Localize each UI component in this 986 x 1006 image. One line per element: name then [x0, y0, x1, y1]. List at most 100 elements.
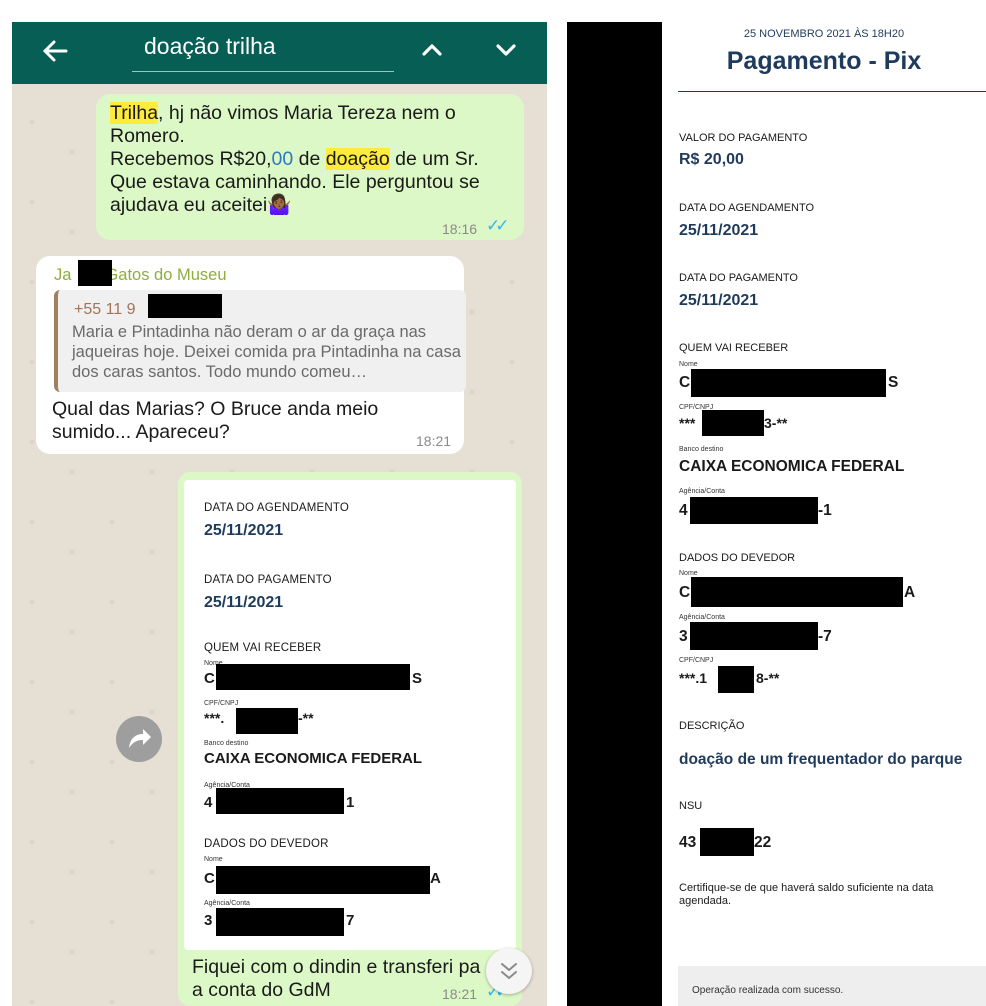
- payment-amount: R$ 20,00: [679, 151, 744, 168]
- redaction-box: [236, 708, 298, 734]
- message-time: 18:16: [442, 221, 478, 237]
- redaction-box: [700, 828, 754, 856]
- field-label: Nome: [679, 570, 698, 577]
- pix-receipt: 25 NOVEMBRO 2021 ÀS 18H20 Pagamento - Pi…: [662, 22, 986, 1006]
- field-label: QUEM VAI RECEBER: [204, 642, 322, 654]
- message-text: Qual das Marias? O Bruce anda meio sumid…: [52, 398, 452, 444]
- field-value: -7: [818, 628, 832, 645]
- text-line: de: [293, 148, 326, 170]
- field-value: A: [904, 584, 916, 601]
- back-arrow-icon[interactable]: [40, 34, 70, 76]
- text-line: sumido... Apareceu?: [52, 421, 230, 443]
- receipt-title: Pagamento - Pix: [726, 47, 922, 75]
- redaction-bar: [567, 22, 662, 1006]
- redaction-box: [148, 294, 222, 318]
- redaction-box: [216, 664, 410, 690]
- quoted-message[interactable]: +55 11 90 Maria e Pintadinha não deram o…: [54, 290, 466, 392]
- field-value: 4: [679, 502, 688, 519]
- field-value: S: [412, 670, 423, 687]
- linked-number[interactable]: 00: [272, 148, 294, 170]
- field-value: 25/11/2021: [204, 522, 284, 539]
- quoted-text: Maria e Pintadinha não deram o ar da gra…: [72, 323, 461, 381]
- text-line: a conta do GdM: [192, 979, 331, 1001]
- field-value: CAIXA ECONOMICA FEDERAL: [679, 458, 905, 475]
- field-label: DADOS DO DEVEDOR: [204, 838, 329, 850]
- field-value: 3-**: [764, 415, 788, 431]
- text-line: , hj não vimos Maria Tereza nem o: [158, 102, 456, 124]
- text-line: de um Sr.: [389, 148, 479, 170]
- redaction-box: [690, 497, 818, 524]
- field-label: DATA DO PAGAMENTO: [679, 272, 798, 284]
- field-label: Agência/Conta: [204, 900, 250, 907]
- chat-screen: doação trilha Trilha, hj não vimos Maria…: [12, 22, 547, 1006]
- text-line: Recebemos R$20,: [110, 148, 272, 170]
- field-label: Agência/Conta: [679, 488, 725, 495]
- field-value: -**: [298, 710, 314, 726]
- shrug-emoji: 🤷🏾‍♀️: [267, 194, 292, 216]
- sender-name-part: Gatos do Museu: [105, 266, 227, 284]
- field-value: A: [430, 870, 441, 887]
- field-value: 25/11/2021: [679, 292, 759, 309]
- field-value: 22: [754, 834, 772, 851]
- search-highlight: Trilha: [110, 102, 159, 124]
- field-value: ***.1: [679, 670, 708, 686]
- message-incoming[interactable]: Ja Gatos do Museu +55 11 90 Maria e Pinta…: [36, 256, 466, 454]
- divider-line: [678, 91, 986, 92]
- field-label: Banco destino: [204, 740, 249, 747]
- field-value: C: [204, 870, 215, 887]
- field-label: DADOS DO DEVEDOR: [679, 552, 796, 564]
- field-label: DESCRIÇÃO: [679, 720, 745, 732]
- field-value: 3: [679, 628, 688, 645]
- double-chevron-down-icon[interactable]: [486, 948, 532, 994]
- status-footer: Operação realizada com sucesso.: [678, 966, 986, 1006]
- field-value: ***.: [204, 710, 225, 726]
- field-value: C: [679, 374, 691, 391]
- field-label: CPF/CNPJ: [679, 657, 714, 664]
- field-label: Nome: [679, 361, 698, 368]
- field-value: C: [204, 670, 215, 687]
- field-label: QUEM VAI RECEBER: [679, 342, 789, 354]
- field-value: CAIXA ECONOMICA FEDERAL: [204, 750, 423, 767]
- field-label: NSU: [679, 800, 703, 812]
- receipt-image[interactable]: DATA DO AGENDAMENTO 25/11/2021 DATA DO P…: [184, 480, 516, 950]
- field-value: S: [888, 374, 899, 391]
- search-input[interactable]: doação trilha: [132, 28, 394, 72]
- redaction-box: [690, 622, 818, 650]
- redaction-box: [216, 908, 344, 936]
- text-line: Fiquei com o dindin e transferi pa: [192, 956, 481, 978]
- image-caption: Fiquei com o dindin e transferi pa a con…: [192, 956, 480, 1002]
- text-line: ajudava eu aceitei: [110, 194, 268, 216]
- field-label: Agência/Conta: [679, 614, 725, 621]
- redaction-box: [216, 866, 430, 894]
- field-value: 7: [346, 912, 355, 929]
- field-value: 25/11/2021: [204, 594, 284, 611]
- field-value: 3: [204, 912, 213, 929]
- field-label: DATA DO PAGAMENTO: [204, 574, 332, 586]
- field-label: Banco destino: [679, 446, 724, 453]
- sender-name-part: Ja: [54, 266, 72, 284]
- chevron-down-icon[interactable]: [488, 32, 524, 68]
- field-value: 43: [679, 834, 697, 851]
- field-label: VALOR DO PAGAMENTO: [679, 132, 808, 144]
- field-label: CPF/CNPJ: [204, 700, 239, 707]
- payment-description: doação de um frequentador do parque: [679, 751, 963, 768]
- quoted-sender-part: +55 11 9: [74, 301, 136, 318]
- search-highlight: doação: [325, 148, 390, 170]
- message-text: Trilha, hj não vimos Maria Tereza nem o …: [110, 102, 520, 217]
- receipt-date: 25 NOVEMBRO 2021 ÀS 18H20: [743, 28, 905, 40]
- message-outgoing[interactable]: Trilha, hj não vimos Maria Tereza nem o …: [96, 94, 524, 240]
- chevron-up-icon[interactable]: [414, 32, 450, 68]
- read-ticks-icon: ✓✓: [486, 216, 509, 235]
- redaction-box: [718, 666, 754, 693]
- field-label: Nome: [204, 856, 223, 863]
- message-time: 18:21: [442, 986, 478, 1002]
- field-value: C: [679, 584, 691, 601]
- forward-icon[interactable]: [116, 716, 162, 762]
- field-value: 4: [204, 794, 213, 811]
- field-value: 1: [346, 794, 355, 811]
- field-value: 8-**: [756, 670, 780, 686]
- redaction-box: [78, 260, 112, 286]
- redaction-box: [691, 577, 903, 607]
- redaction-box: [702, 410, 764, 436]
- status-message: Operação realizada com sucesso.: [692, 985, 844, 996]
